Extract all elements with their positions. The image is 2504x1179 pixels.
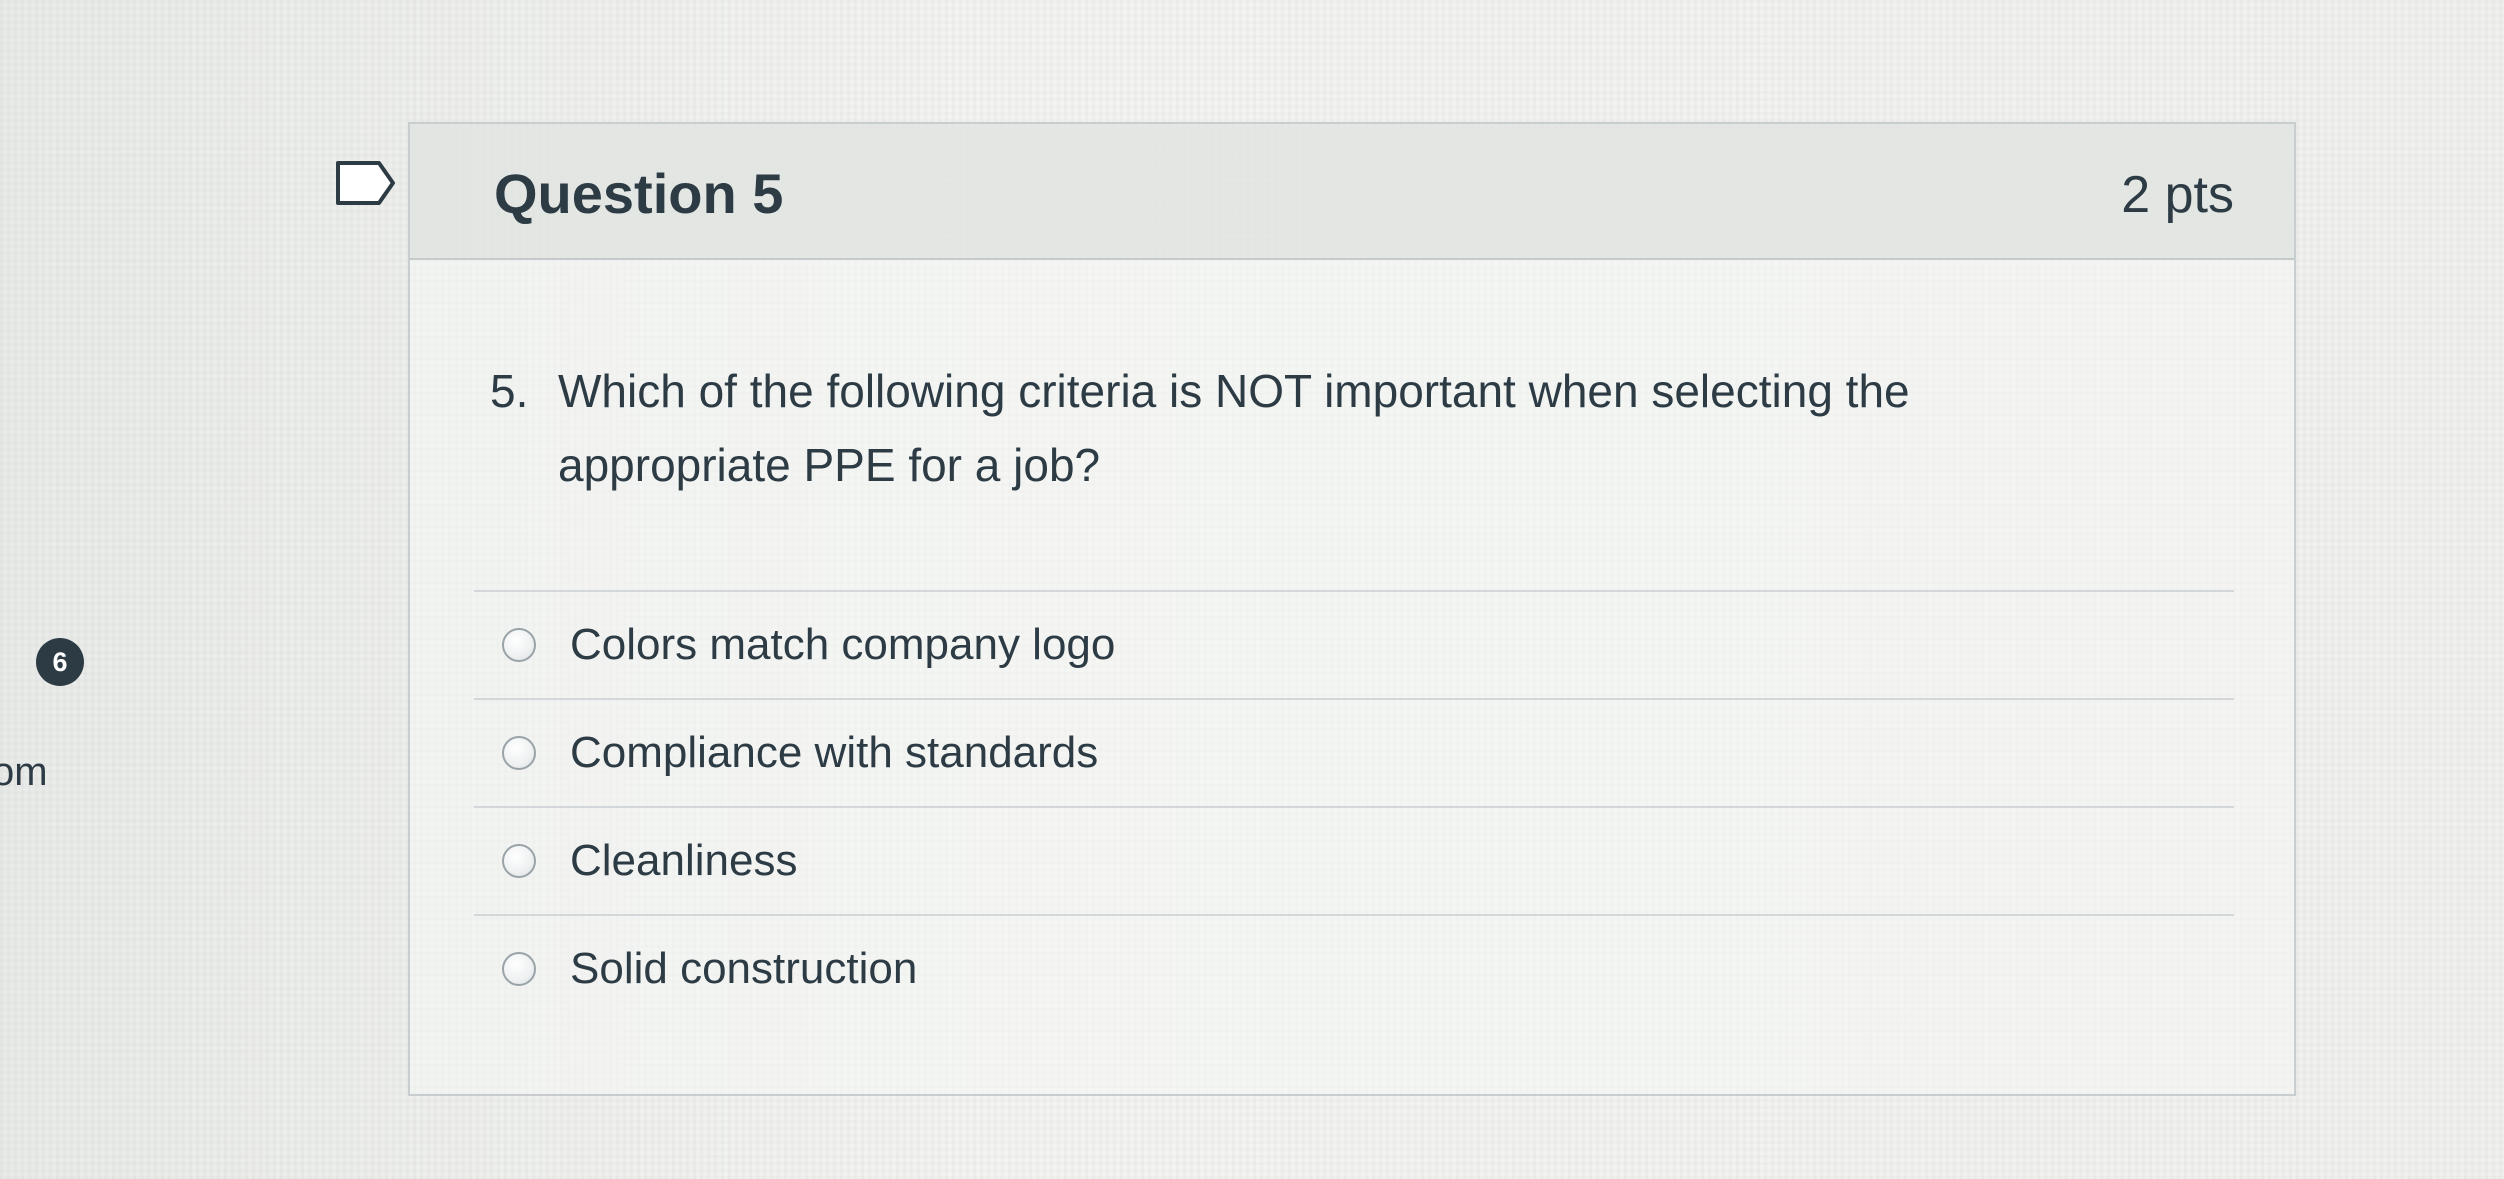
unread-count-badge[interactable]: 6	[36, 638, 84, 686]
bookmark-flag-icon[interactable]	[335, 160, 397, 206]
answer-option[interactable]: Compliance with standards	[474, 698, 2234, 806]
question-header: Question 5 2 pts	[410, 124, 2294, 260]
badge-count: 6	[52, 646, 68, 677]
radio-button-icon[interactable]	[502, 844, 536, 878]
radio-button-icon[interactable]	[502, 628, 536, 662]
answer-option[interactable]: Cleanliness	[474, 806, 2234, 914]
question-points: 2 pts	[2121, 166, 2234, 224]
cropped-sidebar-text: om	[0, 750, 48, 794]
question-body: 5. Which of the following criteria is NO…	[490, 354, 2190, 502]
question-number: 5.	[490, 365, 529, 417]
radio-button-icon[interactable]	[502, 736, 536, 770]
answer-list: Colors match company logo Compliance wit…	[474, 590, 2234, 1022]
answer-label[interactable]: Compliance with standards	[570, 728, 1098, 778]
question-title: Question 5	[494, 162, 784, 225]
question-card: Question 5 2 pts 5. Which of the followi…	[408, 122, 2296, 1096]
answer-label[interactable]: Colors match company logo	[570, 620, 1115, 670]
answer-option[interactable]: Colors match company logo	[474, 590, 2234, 698]
answer-label[interactable]: Solid construction	[570, 944, 917, 994]
question-text: Which of the following criteria is NOT i…	[558, 365, 1910, 491]
answer-label[interactable]: Cleanliness	[570, 836, 797, 886]
answer-option[interactable]: Solid construction	[474, 914, 2234, 1022]
radio-button-icon[interactable]	[502, 952, 536, 986]
